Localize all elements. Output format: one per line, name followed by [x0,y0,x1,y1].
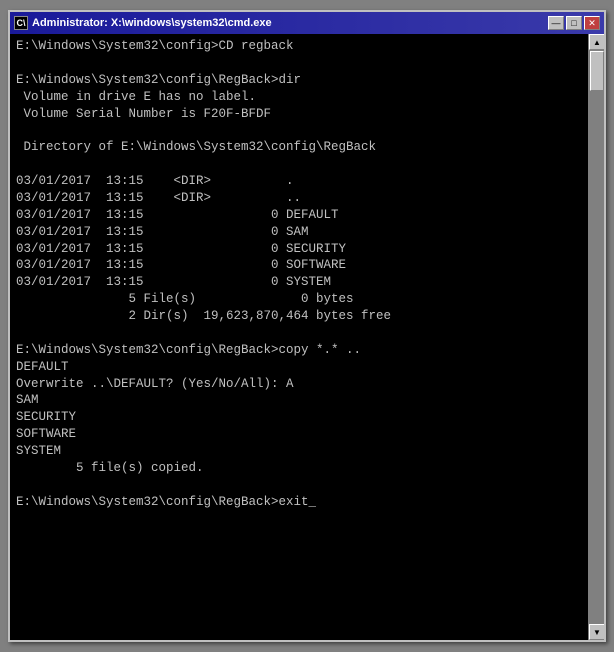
cmd-icon: C\ [14,16,28,30]
minimize-button[interactable]: — [548,16,564,30]
console-area: E:\Windows\System32\config>CD regback E:… [10,34,604,640]
scroll-down-button[interactable]: ▼ [589,624,604,640]
close-button[interactable]: ✕ [584,16,600,30]
cmd-window: C\ Administrator: X:\windows\system32\cm… [8,10,606,642]
title-bar: C\ Administrator: X:\windows\system32\cm… [10,12,604,34]
console-output: E:\Windows\System32\config>CD regback E:… [16,38,598,511]
window-title: Administrator: X:\windows\system32\cmd.e… [32,17,272,29]
scroll-thumb[interactable] [590,51,604,91]
vertical-scrollbar[interactable]: ▲ ▼ [588,34,604,640]
scroll-track[interactable] [589,50,604,624]
title-bar-left: C\ Administrator: X:\windows\system32\cm… [14,16,272,30]
window-controls: — □ ✕ [548,16,600,30]
scroll-up-button[interactable]: ▲ [589,34,604,50]
maximize-button[interactable]: □ [566,16,582,30]
